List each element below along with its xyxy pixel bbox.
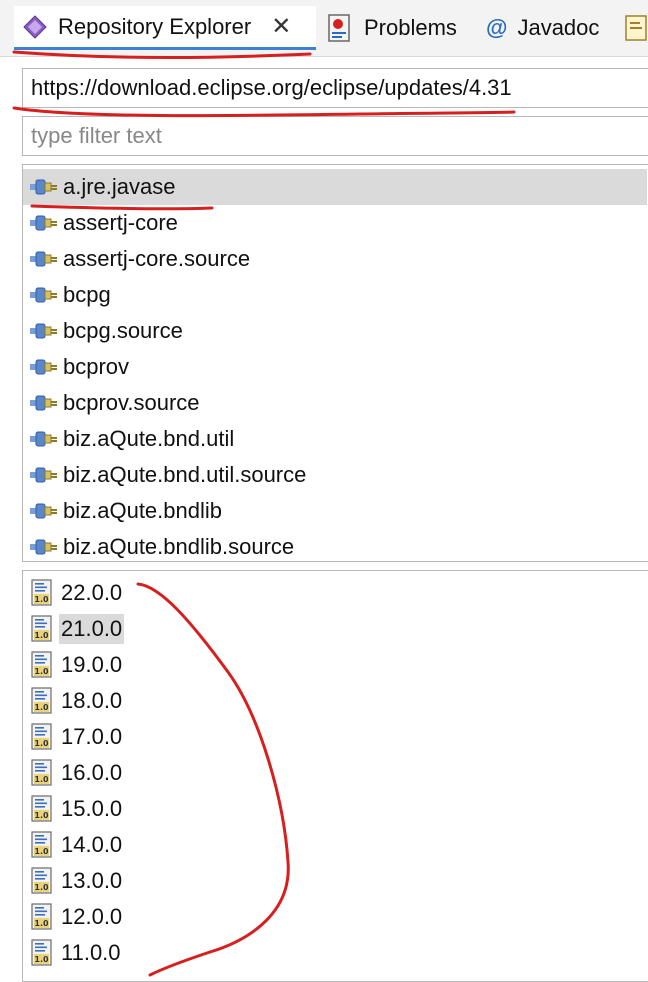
- version-icon: 1.0: [31, 615, 52, 642]
- version-label: 22.0.0: [61, 580, 123, 605]
- installable-units-list[interactable]: a.jre.javase assertj-core assertj-core.sou…: [22, 164, 648, 562]
- version-list-item[interactable]: 1.0 19.0.0: [23, 647, 648, 683]
- at-icon: @: [486, 15, 508, 40]
- unit-list-item[interactable]: biz.aQute.bnd.util: [23, 421, 648, 457]
- version-icon: 1.0: [31, 759, 52, 786]
- version-label: 19.0.0: [61, 652, 123, 677]
- repository-icon: [23, 14, 47, 39]
- unit-label: biz.aQute.bnd.util.source: [63, 462, 307, 487]
- svg-text:1.0: 1.0: [34, 883, 49, 892]
- svg-text:1.0: 1.0: [34, 775, 49, 784]
- unit-list-item[interactable]: biz.aQute.bndlib.source: [23, 529, 648, 561]
- version-label: 13.0.0: [61, 868, 123, 893]
- unit-label: biz.aQute.bnd.util: [63, 426, 235, 451]
- problems-icon: [328, 14, 350, 42]
- unit-label: assertj-core: [63, 210, 178, 235]
- unit-list-item[interactable]: assertj-core: [23, 205, 648, 241]
- version-icon: 1.0: [31, 939, 52, 966]
- unit-list-item[interactable]: biz.aQute.bnd.util.source: [23, 457, 648, 493]
- unit-label: bcpg: [63, 282, 111, 307]
- view-tab-bar: Repository Explorer ✕ Problems @ Javadoc: [0, 0, 648, 57]
- version-icon: 1.0: [31, 651, 52, 678]
- unit-label: a.jre.javase: [63, 174, 176, 199]
- plugin-unit-icon: [30, 539, 57, 555]
- svg-text:1.0: 1.0: [34, 667, 49, 676]
- svg-text:1.0: 1.0: [34, 919, 49, 928]
- version-label: 15.0.0: [61, 796, 123, 821]
- unit-label: assertj-core.source: [63, 246, 251, 271]
- svg-text:1.0: 1.0: [34, 811, 49, 820]
- svg-text:1.0: 1.0: [34, 847, 49, 856]
- version-label: 14.0.0: [61, 832, 123, 857]
- declaration-icon: [625, 15, 647, 41]
- version-icon: 1.0: [31, 723, 52, 750]
- unit-label: bcprov: [63, 354, 130, 379]
- unit-list-item[interactable]: bcprov: [23, 349, 648, 385]
- version-icon: 1.0: [31, 795, 52, 822]
- repository-url-value: https://download.eclipse.org/eclipse/upd…: [31, 75, 512, 100]
- url-underline-annotation: [12, 106, 516, 118]
- version-label: 21.0.0: [59, 614, 125, 644]
- version-list-item[interactable]: 1.0 17.0.0: [23, 719, 648, 755]
- repository-url-field[interactable]: https://download.eclipse.org/eclipse/upd…: [22, 68, 648, 108]
- unit-list-item[interactable]: assertj-core.source: [23, 241, 648, 277]
- versions-list[interactable]: 1.0 22.0.0 1.0 21.0.0 1.0 19.0.0 1.0 18.0.0 1.0 1…: [22, 570, 648, 982]
- version-label: 17.0.0: [61, 724, 123, 749]
- plugin-unit-icon: [30, 431, 57, 447]
- version-icon: 1.0: [31, 867, 52, 894]
- unit-label: bcpg.source: [63, 318, 183, 343]
- version-label: 12.0.0: [61, 904, 123, 929]
- plugin-unit-icon: [30, 359, 57, 375]
- version-list-item[interactable]: 1.0 13.0.0: [23, 863, 648, 899]
- version-icon: 1.0: [31, 687, 52, 714]
- plugin-unit-icon: [30, 215, 57, 231]
- version-list-item[interactable]: 1.0 11.0.0: [23, 935, 648, 971]
- unit-label: biz.aQute.bndlib.source: [63, 534, 295, 559]
- svg-text:1.0: 1.0: [34, 739, 49, 748]
- version-label: 16.0.0: [61, 760, 123, 785]
- unit-list-item[interactable]: bcpg.source: [23, 313, 648, 349]
- version-list-item[interactable]: 1.0 18.0.0: [23, 683, 648, 719]
- svg-text:1.0: 1.0: [34, 595, 49, 604]
- tab-javadoc[interactable]: @ Javadoc: [486, 6, 599, 50]
- version-label: 11.0.0: [61, 940, 121, 965]
- plugin-unit-icon: [30, 323, 57, 339]
- version-icon: 1.0: [31, 579, 52, 606]
- unit-list-item[interactable]: bcpg: [23, 277, 648, 313]
- version-list-item[interactable]: 1.0 16.0.0: [23, 755, 648, 791]
- tab-label: Javadoc: [517, 15, 600, 40]
- version-list-item[interactable]: 1.0 15.0.0: [23, 791, 648, 827]
- svg-text:1.0: 1.0: [34, 631, 49, 640]
- filter-input[interactable]: [22, 116, 648, 156]
- plugin-unit-icon: [30, 251, 57, 267]
- svg-text:1.0: 1.0: [34, 955, 49, 964]
- tab-label: Repository Explorer: [58, 13, 252, 39]
- plugin-unit-icon: [30, 179, 57, 195]
- tab-problems[interactable]: Problems: [326, 6, 457, 50]
- version-list-item[interactable]: 1.0 14.0.0: [23, 827, 648, 863]
- plugin-unit-icon: [30, 287, 57, 303]
- close-icon[interactable]: ✕: [271, 14, 291, 39]
- version-icon: 1.0: [31, 903, 52, 930]
- plugin-unit-icon: [30, 467, 57, 483]
- unit-label: bcprov.source: [63, 390, 200, 415]
- version-label: 18.0.0: [61, 688, 123, 713]
- unit-list-item[interactable]: biz.aQute.bndlib: [23, 493, 648, 529]
- unit-label: biz.aQute.bndlib: [63, 498, 222, 523]
- plugin-unit-icon: [30, 395, 57, 411]
- version-icon: 1.0: [31, 831, 52, 858]
- version-list-item[interactable]: 1.0 12.0.0: [23, 899, 648, 935]
- plugin-unit-icon: [30, 503, 57, 519]
- unit-list-item[interactable]: bcprov.source: [23, 385, 648, 421]
- version-list-item[interactable]: 1.0 21.0.0: [23, 611, 648, 647]
- tab-label: Problems: [364, 15, 457, 40]
- svg-text:1.0: 1.0: [34, 703, 49, 712]
- unit-list-item[interactable]: a.jre.javase: [23, 169, 647, 205]
- tab-declaration[interactable]: [624, 6, 648, 50]
- tab-repository-explorer[interactable]: Repository Explorer ✕: [14, 6, 316, 50]
- version-list-item[interactable]: 1.0 22.0.0: [23, 575, 648, 611]
